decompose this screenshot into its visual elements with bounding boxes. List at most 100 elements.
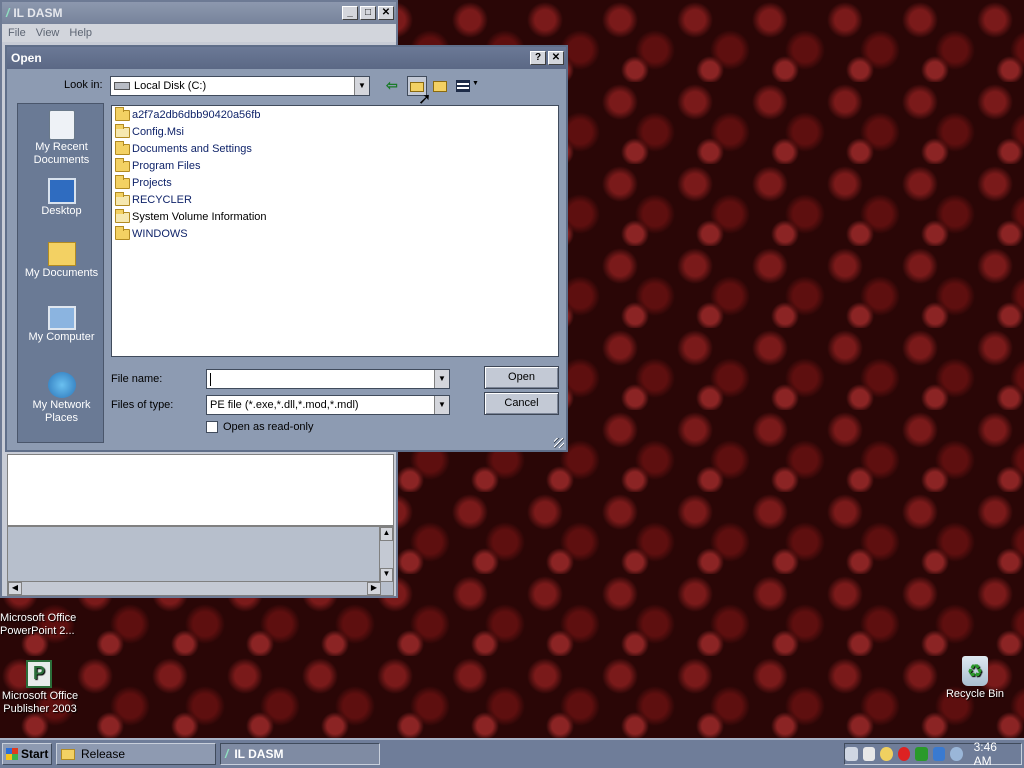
file-name: System Volume Information: [132, 211, 267, 223]
ildasm-tree-pane[interactable]: [7, 454, 394, 526]
search-icon[interactable]: [950, 747, 963, 761]
shield-icon[interactable]: [915, 747, 928, 761]
task-label: IL DASM: [234, 747, 284, 761]
desktop-icon: [47, 178, 76, 204]
folder-icon: [115, 191, 130, 206]
cancel-button[interactable]: Cancel: [484, 392, 559, 415]
dialog-title: Open: [11, 51, 42, 65]
place-label: My Documents: [24, 267, 99, 279]
open-button[interactable]: Open: [484, 366, 559, 389]
read-only-checkbox[interactable]: [206, 421, 218, 433]
place-recent-documents[interactable]: My Recent Documents: [18, 110, 105, 167]
vertical-scrollbar[interactable]: ▲ ▼: [379, 527, 393, 582]
menu-view[interactable]: View: [36, 27, 60, 39]
antivirus-icon[interactable]: [897, 747, 911, 761]
resize-grip[interactable]: [554, 438, 564, 448]
task-label: Release: [81, 747, 126, 761]
file-name: Config.Msi: [132, 126, 184, 138]
list-item[interactable]: Documents and Settings: [115, 140, 252, 157]
place-network[interactable]: My Network Places: [18, 372, 105, 425]
minimize-button[interactable]: _: [342, 6, 358, 20]
look-in-dropdown[interactable]: Local Disk (C:) ▼: [110, 76, 370, 96]
place-my-computer[interactable]: My Computer: [18, 306, 105, 343]
horizontal-scrollbar[interactable]: ◀ ▶: [8, 581, 381, 595]
file-name: RECYCLER: [132, 194, 192, 206]
publisher-icon: P: [26, 660, 52, 688]
list-item[interactable]: Program Files: [115, 157, 201, 174]
messenger-icon[interactable]: [880, 747, 893, 761]
ildasm-app-icon: /: [6, 6, 10, 20]
place-label: My Computer: [28, 331, 95, 343]
ildasm-titlebar[interactable]: / IL DASM _ □ ✕: [2, 2, 396, 24]
ildasm-output-pane[interactable]: ▲ ▼ ◀ ▶: [7, 526, 394, 596]
ildasm-title: IL DASM: [13, 6, 63, 20]
file-name: Program Files: [132, 160, 201, 172]
back-icon[interactable]: ⇦: [386, 77, 398, 94]
read-only-label[interactable]: Open as read-only: [223, 421, 314, 433]
place-label: Desktop: [41, 205, 82, 217]
start-button[interactable]: Start: [2, 743, 52, 765]
dialog-titlebar[interactable]: Open ? ✕: [7, 47, 566, 69]
file-name: Documents and Settings: [132, 143, 252, 155]
dialog-close-button[interactable]: ✕: [548, 51, 564, 65]
folder-icon: [115, 174, 130, 189]
list-item[interactable]: RECYCLER: [115, 191, 192, 208]
desktop-icon-publisher[interactable]: P Microsoft Office Publisher 2003: [0, 660, 84, 716]
file-name-input[interactable]: ▼: [206, 369, 450, 389]
desktop-icon-recycle-bin[interactable]: ♻ Recycle Bin: [930, 656, 1020, 700]
list-item[interactable]: System Volume Information: [115, 208, 267, 225]
chevron-down-icon: ▼: [354, 77, 369, 95]
folder-icon: [115, 123, 130, 138]
folder-icon: [115, 157, 130, 172]
desktop-icon-powerpoint[interactable]: Microsoft Office PowerPoint 2...: [0, 596, 84, 638]
list-item[interactable]: WINDOWS: [115, 225, 188, 242]
task-ildasm[interactable]: / IL DASM: [220, 743, 380, 765]
place-desktop[interactable]: Desktop: [18, 178, 105, 217]
task-release[interactable]: Release: [56, 743, 216, 765]
powerpoint-icon: [23, 596, 55, 610]
drive-icon: [114, 82, 130, 90]
look-in-label: Look in:: [64, 79, 103, 91]
close-button[interactable]: ✕: [378, 6, 394, 20]
maximize-button[interactable]: □: [360, 6, 376, 20]
file-name-label: File name:: [111, 373, 163, 385]
place-label: My Recent Documents: [33, 141, 90, 166]
scroll-left-arrow[interactable]: ◀: [8, 582, 22, 595]
place-my-documents[interactable]: My Documents: [18, 242, 105, 279]
file-type-label: Files of type:: [111, 399, 174, 411]
folder-icon: [115, 140, 130, 155]
open-dialog[interactable]: Open ? ✕ Look in: Local Disk (C:) ▼ ⇦ ▼ …: [5, 45, 568, 452]
taskbar: Start Release / IL DASM 3:46 AM: [0, 738, 1024, 768]
scroll-right-arrow[interactable]: ▶: [367, 582, 381, 595]
network-icon[interactable]: [845, 747, 858, 761]
view-menu-icon[interactable]: [456, 80, 470, 92]
file-list[interactable]: a2f7a2db6dbb90420a56fb Config.Msi Docume…: [111, 105, 559, 357]
list-item[interactable]: a2f7a2db6dbb90420a56fb: [115, 106, 261, 123]
file-name: a2f7a2db6dbb90420a56fb: [132, 109, 261, 121]
status-icon[interactable]: [932, 747, 946, 761]
folder-icon: [115, 208, 130, 223]
clock[interactable]: 3:46 AM: [974, 740, 1013, 768]
folder-icon: [61, 748, 75, 760]
list-item[interactable]: Projects: [115, 174, 172, 191]
ildasm-menubar: File View Help: [2, 24, 396, 42]
menu-file[interactable]: File: [8, 27, 26, 39]
file-name: WINDOWS: [132, 228, 188, 240]
scroll-up-arrow[interactable]: ▲: [380, 527, 393, 541]
list-item[interactable]: Config.Msi: [115, 123, 184, 140]
chevron-down-icon: ▼: [434, 396, 449, 414]
security-icon[interactable]: [862, 747, 876, 761]
folder-icon: [115, 225, 130, 240]
help-button[interactable]: ?: [530, 51, 546, 65]
text-caret: [210, 372, 211, 386]
network-places-icon: [47, 372, 76, 398]
desktop-icon-label: Recycle Bin: [945, 688, 1005, 700]
scroll-down-arrow[interactable]: ▼: [380, 568, 393, 582]
new-folder-icon[interactable]: [433, 81, 447, 92]
file-type-dropdown[interactable]: PE file (*.exe,*.dll,*.mod,*.mdl) ▼: [206, 395, 450, 415]
my-documents-icon: [47, 242, 76, 266]
system-tray: 3:46 AM: [844, 740, 1022, 768]
my-computer-icon: [47, 306, 76, 330]
ildasm-app-icon: /: [225, 747, 229, 761]
menu-help[interactable]: Help: [69, 27, 92, 39]
